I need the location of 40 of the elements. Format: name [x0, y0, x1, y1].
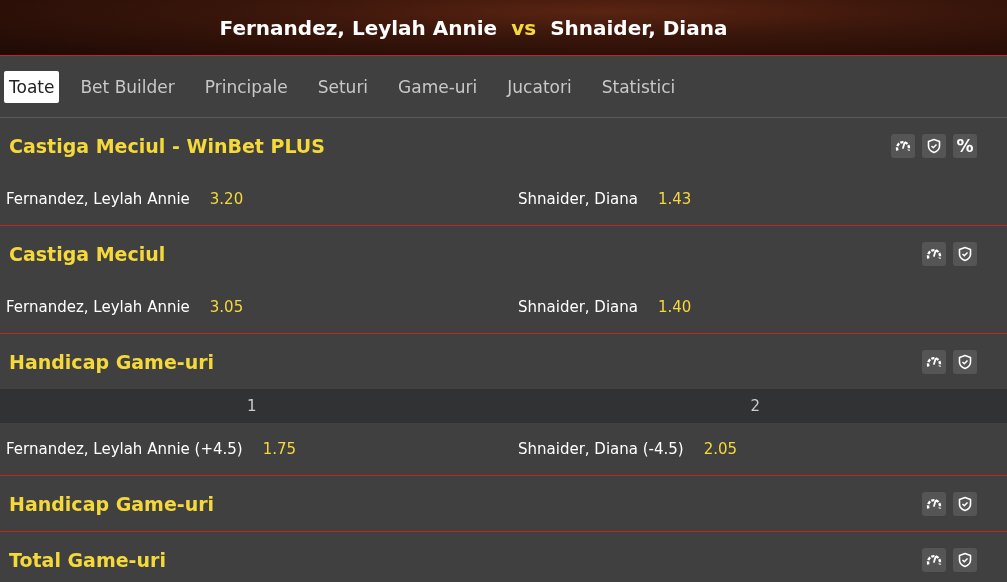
player-name: Shnaider, Diana: [550, 15, 728, 40]
outcome-name: Fernandez, Leylah Annie: [6, 190, 190, 208]
tab[interactable]: Toate: [4, 70, 60, 103]
player-name: Fernandez, Leylah Annie: [219, 15, 498, 40]
market-title: Castiga Meciul: [9, 242, 167, 265]
odds-button[interactable]: 1.43: [657, 190, 692, 208]
gauge-icon[interactable]: [891, 133, 915, 158]
gauge-icon[interactable]: [922, 349, 946, 374]
market-title: Handicap Game-uri: [9, 350, 216, 373]
market-title: Castiga Meciul - WinBet PLUS: [9, 134, 326, 157]
tab[interactable]: Bet Builder: [75, 70, 180, 103]
odds-button[interactable]: 1.40: [657, 298, 692, 316]
odds-button[interactable]: 2.05: [703, 440, 738, 458]
percent-button[interactable]: %: [953, 133, 977, 158]
gauge-icon[interactable]: [922, 547, 946, 572]
shield-check-icon[interactable]: [953, 349, 977, 374]
market-title: Total Game-uri: [9, 548, 167, 571]
outcome-name: Shnaider, Diana: [518, 190, 638, 208]
outcome-name: Shnaider, Diana: [518, 298, 638, 316]
tab[interactable]: Principale: [199, 70, 293, 103]
column-header: 1: [246, 397, 257, 415]
market-title: Handicap Game-uri: [9, 492, 216, 515]
vs-label: vs: [511, 15, 537, 40]
shield-check-icon[interactable]: [953, 547, 977, 572]
odds-button[interactable]: 1.75: [262, 440, 297, 458]
tab[interactable]: Game-uri: [393, 70, 483, 103]
gauge-icon[interactable]: [922, 241, 946, 266]
odds-button[interactable]: 3.20: [209, 190, 244, 208]
shield-check-icon[interactable]: [953, 241, 977, 266]
column-header: 2: [750, 397, 760, 415]
shield-check-icon[interactable]: [953, 491, 977, 516]
outcome-name: Fernandez, Leylah Annie: [6, 298, 190, 316]
tab[interactable]: Seturi: [312, 70, 374, 103]
odds-button[interactable]: 3.05: [209, 298, 244, 316]
shield-check-icon[interactable]: [922, 133, 946, 158]
tab[interactable]: Jucatori: [502, 70, 577, 103]
outcome-name: Fernandez, Leylah Annie (+4.5): [6, 440, 243, 458]
outcome-name: Shnaider, Diana (-4.5): [518, 440, 684, 458]
tab[interactable]: Statistici: [596, 70, 681, 103]
gauge-icon[interactable]: [922, 491, 946, 516]
